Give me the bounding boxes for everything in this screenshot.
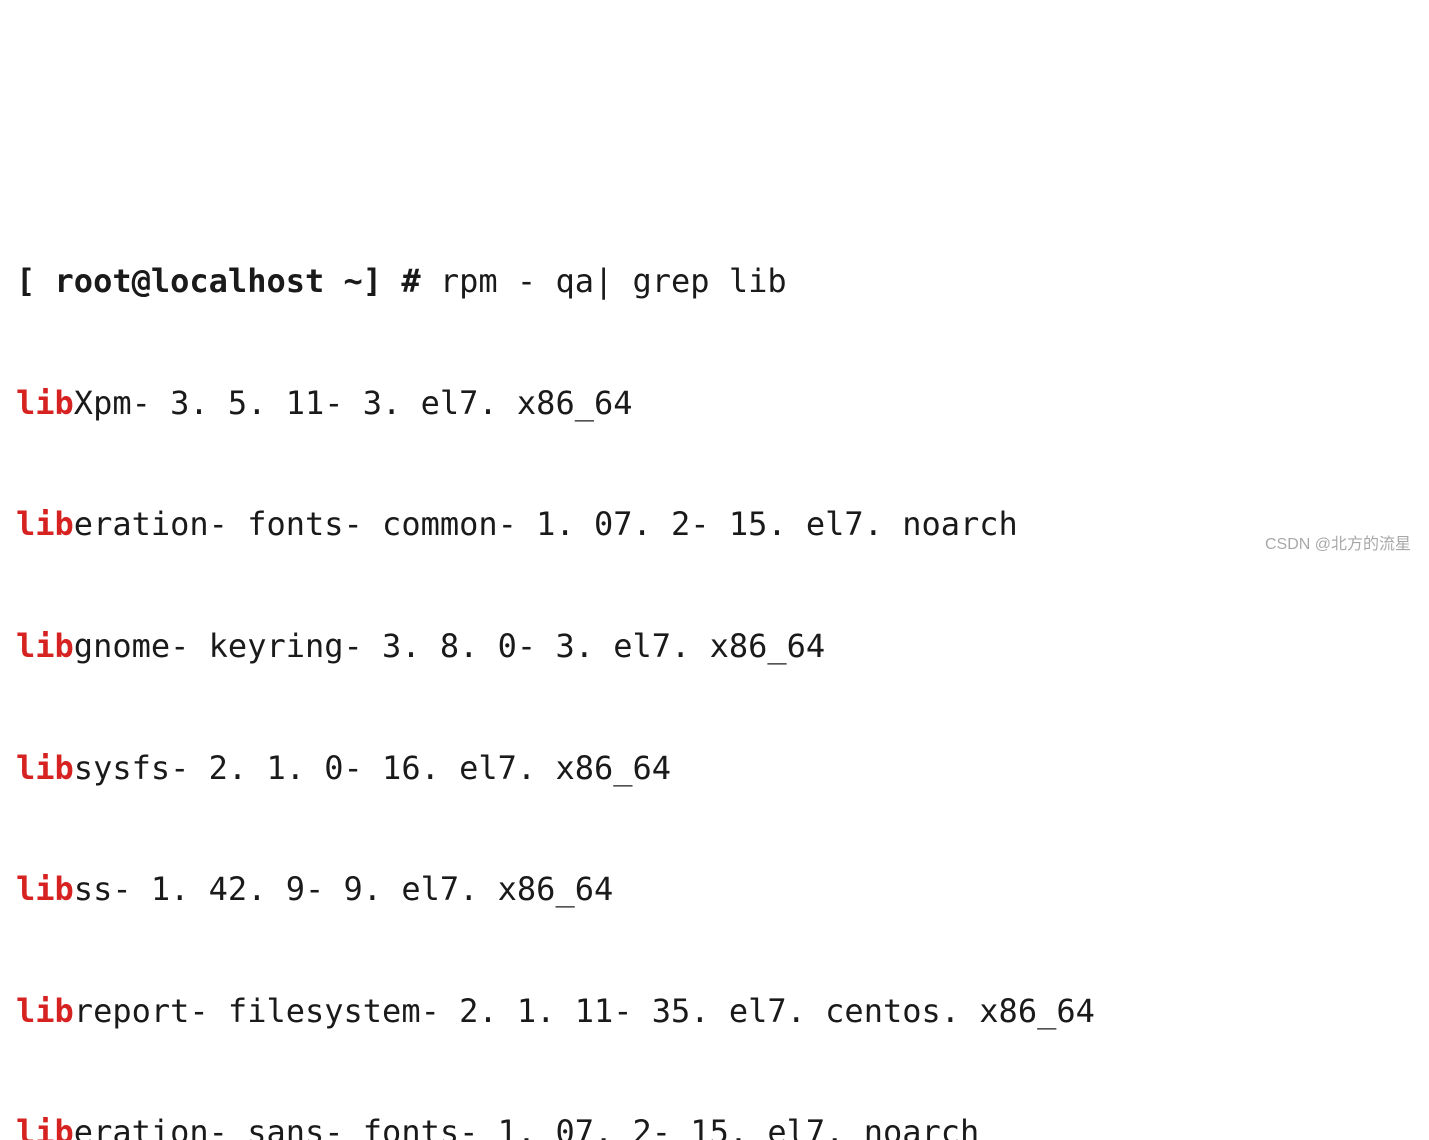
output-line: libsysfs- 2. 1. 0- 16. el7. x86_64 [16,738,1413,799]
output-line: libgnome- keyring- 3. 8. 0- 3. el7. x86_… [16,616,1413,677]
prompt-line[interactable]: [ root@localhost ~] # rpm - qa| grep lib [16,251,1413,312]
watermark: CSDN @北方的流星 [1265,530,1411,560]
output-rest: ss- 1. 42. 9- 9. el7. x86_64 [74,870,613,908]
output-rest: gnome- keyring- 3. 8. 0- 3. el7. x86_64 [74,627,825,665]
shell-prompt: [ root@localhost ~] # [16,262,440,300]
output-rest: Xpm- 3. 5. 11- 3. el7. x86_64 [74,384,633,422]
shell-command: rpm - qa| grep lib [440,262,787,300]
output-line: libss- 1. 42. 9- 9. el7. x86_64 [16,859,1413,920]
grep-highlight: lib [16,870,74,908]
output-rest: report- filesystem- 2. 1. 11- 35. el7. c… [74,992,1095,1030]
grep-highlight: lib [16,1113,74,1140]
output-rest: eration- sans- fonts- 1. 07. 2- 15. el7.… [74,1113,979,1140]
output-rest: eration- fonts- common- 1. 07. 2- 15. el… [74,505,1018,543]
grep-highlight: lib [16,627,74,665]
output-line: liberation- fonts- common- 1. 07. 2- 15.… [16,494,1413,555]
grep-highlight: lib [16,992,74,1030]
output-rest: sysfs- 2. 1. 0- 16. el7. x86_64 [74,749,671,787]
grep-highlight: lib [16,505,74,543]
output-line: libXpm- 3. 5. 11- 3. el7. x86_64 [16,373,1413,434]
grep-highlight: lib [16,384,74,422]
output-line: liberation- sans- fonts- 1. 07. 2- 15. e… [16,1102,1413,1140]
grep-highlight: lib [16,749,74,787]
output-line: libreport- filesystem- 2. 1. 11- 35. el7… [16,981,1413,1042]
